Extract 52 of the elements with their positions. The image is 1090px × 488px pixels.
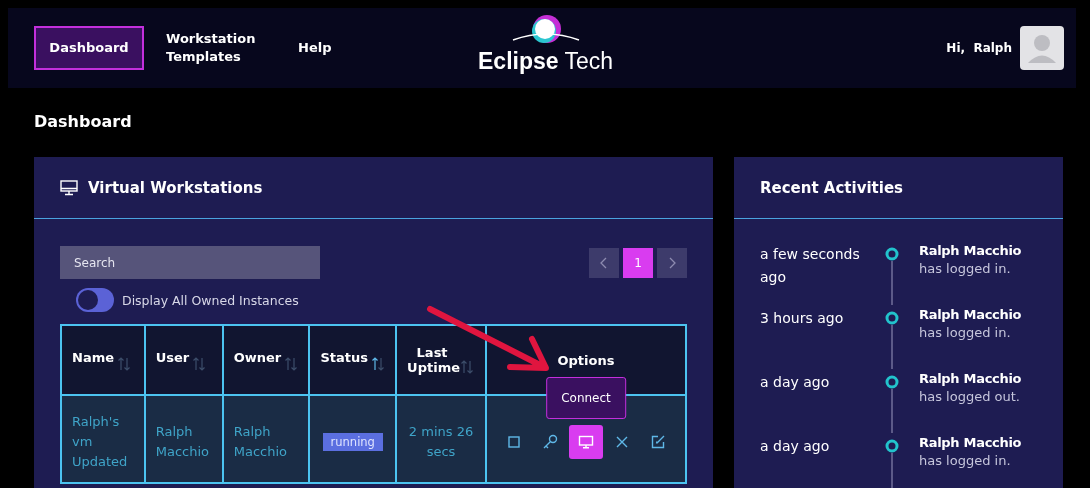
activity-user: Ralph Macchio bbox=[919, 371, 1022, 386]
table-cell: 2 mins 26 secs bbox=[396, 395, 486, 483]
nav-link[interactable]: Dashboard bbox=[34, 26, 144, 70]
table-cell: Ralph Macchio bbox=[222, 395, 310, 483]
panel-title: Recent Activities bbox=[760, 178, 903, 197]
square-icon bbox=[506, 434, 522, 450]
activity-time: a day ago bbox=[760, 373, 831, 392]
monitor-icon bbox=[578, 434, 594, 450]
key-icon bbox=[542, 434, 558, 450]
chevron-right-icon bbox=[668, 256, 676, 269]
activity-user: Ralph Macchio bbox=[919, 243, 1022, 258]
page-title: Dashboard bbox=[33, 111, 133, 133]
activity-description: has logged out. bbox=[919, 389, 1021, 404]
activity-user: Ralph Macchio bbox=[919, 307, 1022, 322]
column-header[interactable]: User bbox=[144, 325, 223, 395]
nav-link[interactable]: Workstation Templates bbox=[166, 26, 276, 70]
connect-button[interactable] bbox=[569, 425, 603, 459]
logo-text: Eclipse Tech bbox=[478, 48, 614, 75]
monitor-icon bbox=[60, 179, 78, 196]
chevron-left-icon bbox=[600, 256, 608, 269]
toggle-label: Display All Owned Instances bbox=[122, 292, 299, 308]
table-cell: Ralph's vm Updated bbox=[61, 395, 145, 483]
column-header[interactable]: Status bbox=[309, 325, 397, 395]
table-cell: Ralph Macchio bbox=[144, 395, 223, 483]
activity-time: 3 hours ago bbox=[760, 309, 845, 328]
timeline-dot-icon bbox=[885, 311, 899, 325]
edit-icon bbox=[650, 434, 666, 450]
previous-page-button[interactable] bbox=[589, 247, 619, 278]
activity-description: has logged in. bbox=[919, 325, 1012, 340]
activity-user: Ralph Macchio bbox=[919, 435, 1022, 450]
timeline-dot-icon bbox=[885, 247, 899, 261]
panel-title: Virtual Workstations bbox=[88, 178, 263, 197]
page-button[interactable]: 1 bbox=[623, 247, 653, 278]
column-header[interactable]: Name bbox=[61, 325, 145, 395]
status-badge: running bbox=[322, 433, 383, 451]
timeline-dot-icon bbox=[885, 375, 899, 389]
tooltip: Connect bbox=[546, 377, 626, 419]
activity-time: a day ago bbox=[760, 437, 831, 456]
activity-description: has logged in. bbox=[919, 453, 1012, 468]
nav-link[interactable]: Help bbox=[298, 35, 408, 61]
activity-time: a few seconds ago bbox=[760, 245, 861, 287]
close-icon bbox=[614, 434, 630, 450]
search-field[interactable]: Search bbox=[60, 246, 320, 279]
timeline-dot-icon bbox=[885, 439, 899, 453]
user-greeting: Hi, Ralph bbox=[946, 41, 1012, 55]
avatar-icon[interactable] bbox=[1020, 26, 1064, 70]
column-header[interactable]: Last Uptime bbox=[396, 325, 486, 395]
column-header[interactable]: Owner bbox=[222, 325, 310, 395]
toggle-switch[interactable] bbox=[76, 288, 114, 312]
activity-description: has logged in. bbox=[919, 261, 1012, 276]
sort-icon[interactable] bbox=[371, 357, 384, 371]
next-page-button[interactable] bbox=[657, 247, 687, 278]
